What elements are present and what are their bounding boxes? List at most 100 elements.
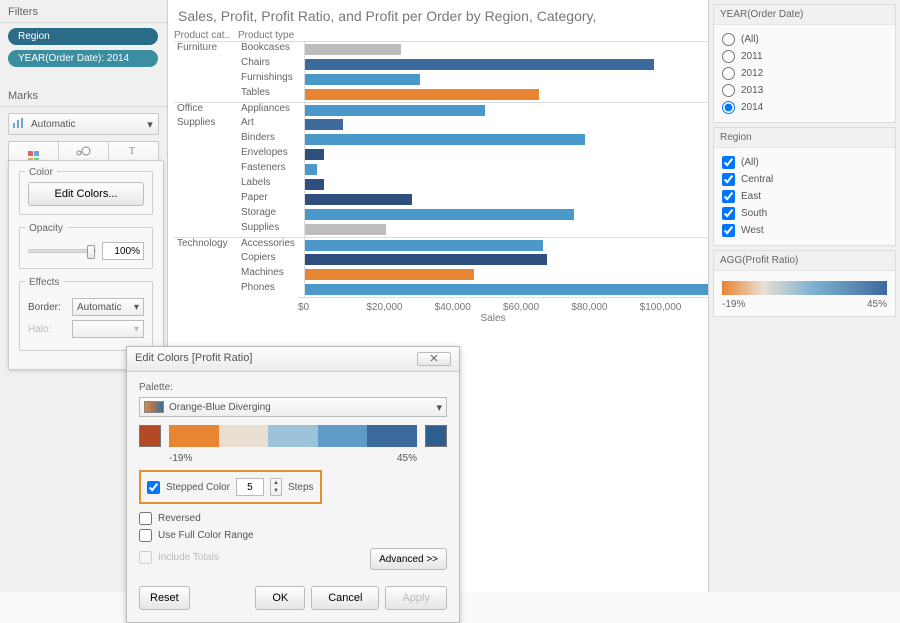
- region-option[interactable]: East: [722, 188, 887, 205]
- palette-select[interactable]: Orange-Blue Diverging ▾: [139, 397, 447, 417]
- gradient-step: [169, 425, 219, 447]
- chart-bar[interactable]: [305, 149, 324, 160]
- region-option[interactable]: South: [722, 205, 887, 222]
- type-label: Labels: [238, 177, 302, 192]
- apply-button[interactable]: Apply: [385, 586, 447, 610]
- halo-label: Halo:: [28, 324, 66, 335]
- edit-colors-button[interactable]: Edit Colors...: [28, 182, 144, 206]
- type-label: Accessories: [238, 238, 302, 252]
- chart-column-headers: Product cat.. Product type: [168, 28, 708, 41]
- region-option[interactable]: (All): [722, 154, 887, 171]
- chart-bar[interactable]: [305, 119, 343, 130]
- svg-text:T: T: [129, 146, 135, 156]
- stepped-color-value[interactable]: [236, 478, 264, 496]
- chart-bar[interactable]: [305, 209, 574, 220]
- stepped-color-checkbox[interactable]: [147, 481, 160, 494]
- advanced-button[interactable]: Advanced >>: [370, 548, 447, 570]
- spinner-down-icon[interactable]: ▼: [271, 487, 281, 495]
- chart-bar[interactable]: [305, 164, 317, 175]
- region-option[interactable]: Central: [722, 171, 887, 188]
- bar-icon: [9, 117, 27, 132]
- legend-min: -19%: [722, 299, 745, 310]
- chart-bar[interactable]: [305, 179, 324, 190]
- filter-pill-year[interactable]: YEAR(Order Date): 2014: [8, 50, 158, 67]
- type-label: Fasteners: [238, 162, 302, 177]
- chart-title: Sales, Profit, Profit Ratio, and Profit …: [168, 0, 708, 28]
- chart-bar[interactable]: [305, 284, 708, 295]
- border-select[interactable]: Automatic ▾: [72, 298, 144, 316]
- type-label: Furnishings: [238, 72, 302, 87]
- chart-bar[interactable]: [305, 74, 420, 85]
- category-label: [174, 282, 238, 297]
- chart-bar[interactable]: [305, 240, 543, 251]
- chart-bar[interactable]: [305, 44, 401, 55]
- type-label: Binders: [238, 132, 302, 147]
- chart-bar[interactable]: [305, 134, 585, 145]
- x-tick: $40,000: [435, 302, 503, 311]
- category-label: [174, 177, 238, 192]
- type-label: Appliances: [238, 103, 302, 117]
- chevron-down-icon: ▾: [436, 401, 442, 414]
- category-label: [174, 132, 238, 147]
- full-range-label: Use Full Color Range: [158, 530, 254, 541]
- palette-name: Orange-Blue Diverging: [169, 402, 436, 413]
- spinner-up-icon[interactable]: ▲: [271, 479, 281, 487]
- gradient-step: [318, 425, 368, 447]
- chart-bar[interactable]: [305, 105, 485, 116]
- opacity-input[interactable]: [102, 242, 144, 260]
- region-option[interactable]: West: [722, 222, 887, 239]
- color-legend: Color: [25, 167, 57, 178]
- chart-bar[interactable]: [305, 269, 474, 280]
- chevron-down-icon: ▾: [134, 324, 139, 335]
- type-label: Copiers: [238, 252, 302, 267]
- year-option[interactable]: 2013: [722, 82, 887, 99]
- year-option[interactable]: 2011: [722, 48, 887, 65]
- chevron-down-icon: ▾: [142, 118, 158, 131]
- x-axis-ticks: $0$20,000$40,000$60,000$80,000$100,000: [298, 297, 708, 311]
- gradient-step: [268, 425, 318, 447]
- category-label: Supplies: [174, 117, 238, 132]
- cancel-button[interactable]: Cancel: [311, 586, 379, 610]
- chart-bar[interactable]: [305, 254, 547, 265]
- legend-card: AGG(Profit Ratio) -19% 45%: [713, 250, 896, 317]
- type-label: Tables: [238, 87, 302, 102]
- category-label: [174, 72, 238, 87]
- filter-pill-region[interactable]: Region: [8, 28, 158, 45]
- color-options-popup: Color Edit Colors... Opacity Effects Bor…: [8, 160, 164, 370]
- chart-bar[interactable]: [305, 194, 412, 205]
- type-label: Phones: [238, 282, 302, 297]
- stepped-color-label: Stepped Color: [166, 482, 230, 493]
- halo-select: ▾: [72, 320, 144, 338]
- category-label: [174, 87, 238, 102]
- include-totals-checkbox: [139, 551, 152, 564]
- gradient-step: [367, 425, 417, 447]
- x-tick: $0: [298, 302, 366, 311]
- reversed-checkbox[interactable]: [139, 512, 152, 525]
- chart-bar[interactable]: [305, 59, 654, 70]
- right-shelf: YEAR(Order Date) (All)2011201220132014 R…: [708, 0, 900, 592]
- reset-button[interactable]: Reset: [139, 586, 190, 610]
- chart-header-category: Product cat..: [174, 30, 238, 41]
- year-option[interactable]: (All): [722, 31, 887, 48]
- palette-end-swatch[interactable]: [425, 425, 447, 447]
- dialog-close-button[interactable]: [417, 352, 451, 366]
- steps-label: Steps: [288, 482, 314, 493]
- legend-gradient: [722, 281, 887, 295]
- opacity-slider-thumb[interactable]: [87, 245, 95, 259]
- stepped-color-spinner[interactable]: ▲▼: [270, 478, 282, 496]
- chart-bar[interactable]: [305, 224, 386, 235]
- year-option[interactable]: 2012: [722, 65, 887, 82]
- border-value: Automatic: [77, 302, 121, 313]
- palette-range-max: 45%: [397, 453, 417, 464]
- full-range-checkbox[interactable]: [139, 529, 152, 542]
- opacity-slider[interactable]: [28, 249, 96, 253]
- category-label: Furniture: [174, 42, 238, 57]
- chart-header-type: Product type: [238, 30, 302, 41]
- palette-start-swatch[interactable]: [139, 425, 161, 447]
- marks-type-dropdown[interactable]: Automatic ▾: [8, 113, 159, 135]
- region-card-title: Region: [714, 128, 895, 148]
- type-label: Bookcases: [238, 42, 302, 57]
- chart-bar[interactable]: [305, 89, 539, 100]
- ok-button[interactable]: OK: [255, 586, 305, 610]
- year-option[interactable]: 2014: [722, 99, 887, 116]
